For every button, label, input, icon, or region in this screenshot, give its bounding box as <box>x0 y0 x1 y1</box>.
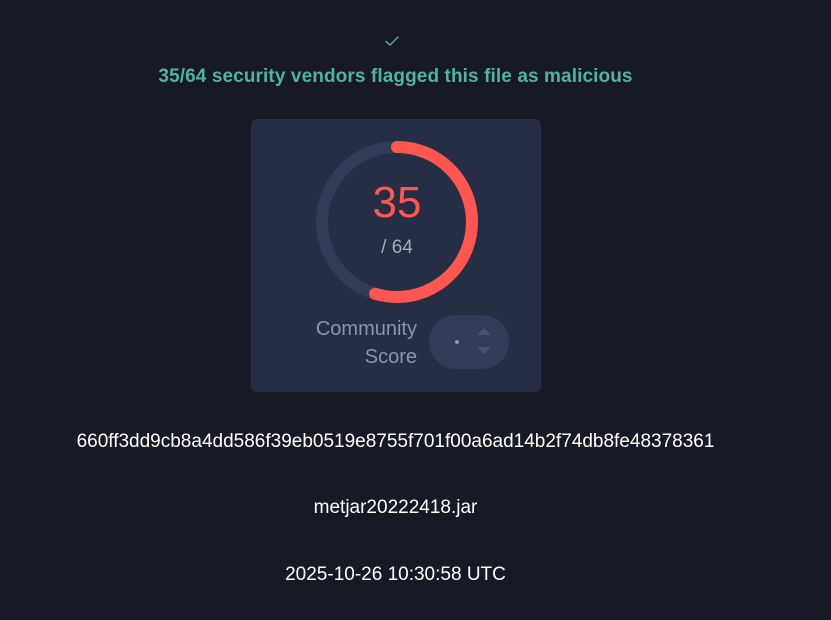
detection-positives-count: 35 <box>372 178 422 227</box>
chevron-up-icon[interactable] <box>475 325 493 337</box>
detection-headline: 35/64 security vendors flagged this file… <box>158 66 633 87</box>
community-label-line1: Community <box>315 318 417 340</box>
detection-score-card: 35 / 64 Community Score <box>251 119 541 392</box>
file-hash: 660ff3dd9cb8a4dd586f39eb0519e8755f701f00… <box>76 431 715 452</box>
community-score-indicator <box>455 340 459 344</box>
community-score-label: Community Score <box>316 315 417 371</box>
check-icon <box>385 36 399 46</box>
file-report-summary: 35/64 security vendors flagged this file… <box>0 0 831 620</box>
detection-total-count: / 64 <box>381 237 413 258</box>
chevron-down-icon[interactable] <box>475 345 493 357</box>
community-score-widget <box>429 315 509 369</box>
scan-date: 2025-10-26 10:30:58 UTC <box>285 564 506 585</box>
file-name: metjar20222418.jar <box>313 497 478 518</box>
community-label-line2: Score <box>364 346 417 368</box>
